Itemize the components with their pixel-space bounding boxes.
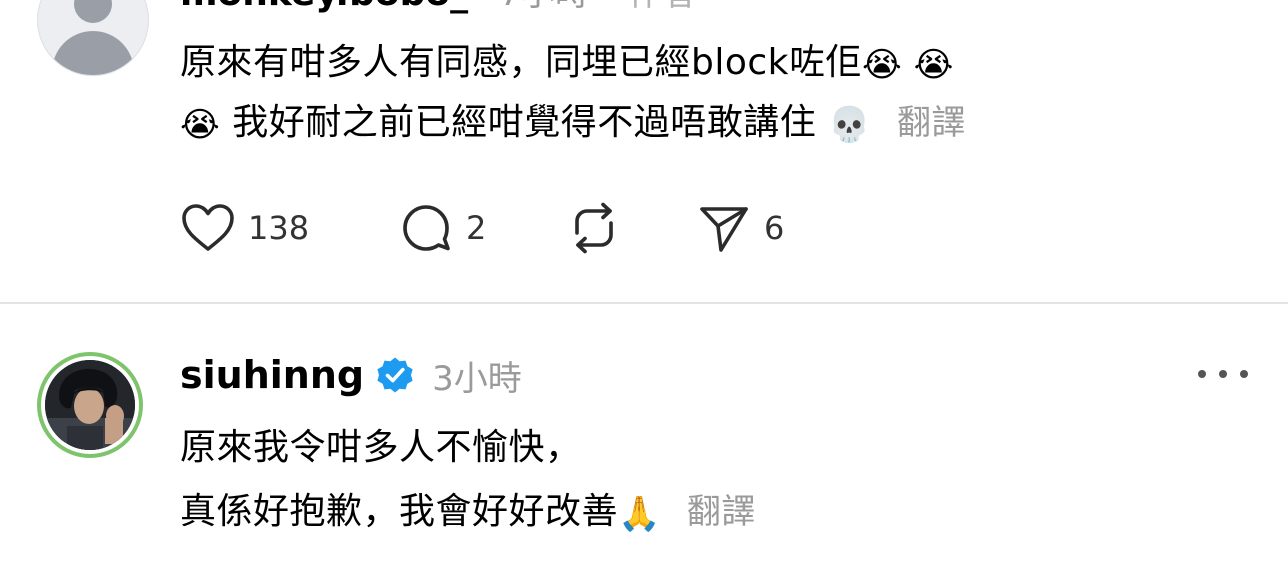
translate-link[interactable]: 翻譯 <box>897 103 966 143</box>
crying-emoji: 😭 <box>180 105 221 145</box>
author-badge: 作者 <box>628 0 696 14</box>
avatar-photo <box>45 360 135 450</box>
username-link[interactable]: monkey.bobo_ <box>180 0 468 14</box>
heart-outline-icon <box>180 202 236 254</box>
more-dots-icon <box>1219 370 1227 378</box>
reply-post: siuhinng 3小時 原來我令咁多人不愉快， 真係好抱歉，我會好好改善🙏 翻譯 <box>0 304 1288 585</box>
post-text-content-2: 我好耐之前已經咁覺得不過唔敢講住 <box>232 102 817 143</box>
more-dots-icon <box>1198 370 1206 378</box>
comment-button[interactable]: 2 <box>398 200 566 256</box>
avatar-head-shape <box>74 0 112 23</box>
post-actions: 138 2 6 <box>180 200 784 256</box>
post-text: 原來有咁多人有同感，同埋已經block咗佢😭 😭 😭 我好耐之前已經咁覺得不過唔… <box>180 34 1180 154</box>
post-header: monkey.bobo_ 7小時 作者 <box>180 0 696 14</box>
share-count: 6 <box>764 209 785 247</box>
comment-count: 2 <box>466 209 487 247</box>
like-button[interactable]: 138 <box>180 200 398 256</box>
more-dots-icon <box>1240 370 1248 378</box>
post-text-line-1: 原來我令咁多人不愉快， <box>180 427 582 468</box>
praying-hands-emoji: 🙏 <box>618 494 661 534</box>
speech-bubble-icon <box>398 202 454 254</box>
repost-button[interactable] <box>566 200 696 256</box>
comment-post: monkey.bobo_ 7小時 作者 原來有咁多人有同感，同埋已經block咗… <box>0 0 1288 302</box>
post-header: siuhinng 3小時 <box>180 350 522 400</box>
paper-plane-icon <box>696 202 752 254</box>
post-text-line-2: 😭 我好耐之前已經咁覺得不過唔敢講住 💀 翻譯 <box>180 94 1180 154</box>
more-options-button[interactable] <box>1198 362 1248 386</box>
post-text-line-2: 真係好抱歉，我會好好改善🙏 翻譯 <box>180 480 1180 546</box>
post-text-content-2: 真係好抱歉，我會好好改善 <box>180 491 619 532</box>
post-text-line-1: 原來有咁多人有同感，同埋已經block咗佢😭 😭 <box>180 34 1180 94</box>
translate-link[interactable]: 翻譯 <box>687 492 756 532</box>
username-link[interactable]: siuhinng <box>180 353 364 397</box>
post-text-content-1: 原來有咁多人有同感，同埋已經block咗佢 <box>180 42 863 83</box>
post-timestamp: 3小時 <box>432 358 522 399</box>
profile-avatar[interactable] <box>37 352 143 458</box>
crying-emoji: 😭 😭 <box>862 45 954 85</box>
default-avatar[interactable] <box>37 0 149 76</box>
share-button[interactable]: 6 <box>696 200 784 256</box>
repost-arrows-icon <box>566 202 622 254</box>
like-count: 138 <box>248 209 310 247</box>
verified-badge-icon <box>376 356 414 394</box>
post-timestamp: 7小時 <box>499 0 589 14</box>
avatar-shoulders-shape <box>52 31 134 75</box>
post-text: 原來我令咁多人不愉快， 真係好抱歉，我會好好改善🙏 翻譯 <box>180 416 1180 546</box>
skull-emoji: 💀 <box>828 105 871 145</box>
